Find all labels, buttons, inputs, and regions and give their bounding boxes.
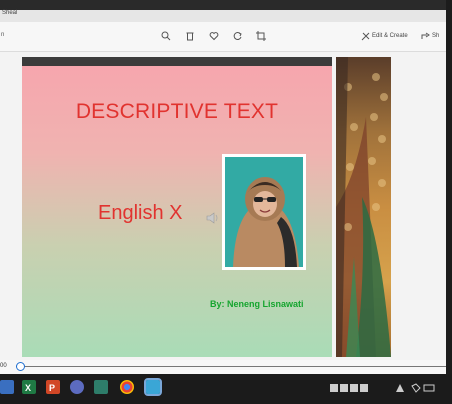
network-icon [396,384,404,392]
title-bar: Sheal [0,10,446,22]
system-tray [330,382,440,394]
viewer-toolbar: n Edit & Create Sh [0,22,446,52]
author-photo [222,154,306,270]
battery-icon [423,384,435,392]
chrome-icon[interactable] [120,380,134,394]
chat-icon[interactable] [70,380,84,394]
excel-icon[interactable]: X [22,380,36,394]
wifi-icon [411,383,421,393]
slide-author: By: Neneng Lisnawati [210,299,304,309]
tray-app-icon-3 [350,384,358,392]
svg-text:P: P [49,383,55,393]
zoom-icon[interactable] [160,31,172,43]
slide-image: DESCRIPTIVE TEXT English X By: Neneng Li… [22,57,332,357]
timeline-scrubber-handle[interactable] [16,362,26,371]
file-explorer-icon[interactable] [0,380,14,394]
share-button[interactable]: Sh [432,33,439,39]
speaker-icon [206,211,220,225]
edit-create-button[interactable]: Edit & Create [372,33,408,39]
tray-app-icon-2 [340,384,348,392]
decorative-pattern-image [336,57,391,357]
photos-app-window: Sheal n Edit & Create Sh DESCRIPTIVE TEX… [0,10,446,376]
current-time: 00 [0,363,7,369]
toolbar-left-text: n [1,32,5,38]
heart-icon[interactable] [208,31,220,43]
tray-app-icon-4 [360,384,368,392]
tray-app-icon [330,384,338,392]
svg-text:X: X [25,383,31,393]
window-title: Sheal [2,10,18,16]
video-timeline: 00 [0,360,446,374]
slide-subtitle: English X [98,202,183,224]
rotate-icon[interactable] [232,31,244,43]
edit-create-icon[interactable] [360,31,372,43]
powerpoint-icon[interactable]: P [46,380,60,394]
slide-title: DESCRIPTIVE TEXT [75,100,279,123]
monitor-bezel-right [446,0,452,404]
crop-icon[interactable] [255,31,267,43]
timeline-track[interactable] [16,366,446,367]
photos-icon[interactable] [144,378,162,396]
media-player-icon[interactable] [94,380,108,394]
delete-icon[interactable] [184,31,196,43]
share-icon[interactable] [420,31,432,43]
taskbar: X P [0,374,452,404]
